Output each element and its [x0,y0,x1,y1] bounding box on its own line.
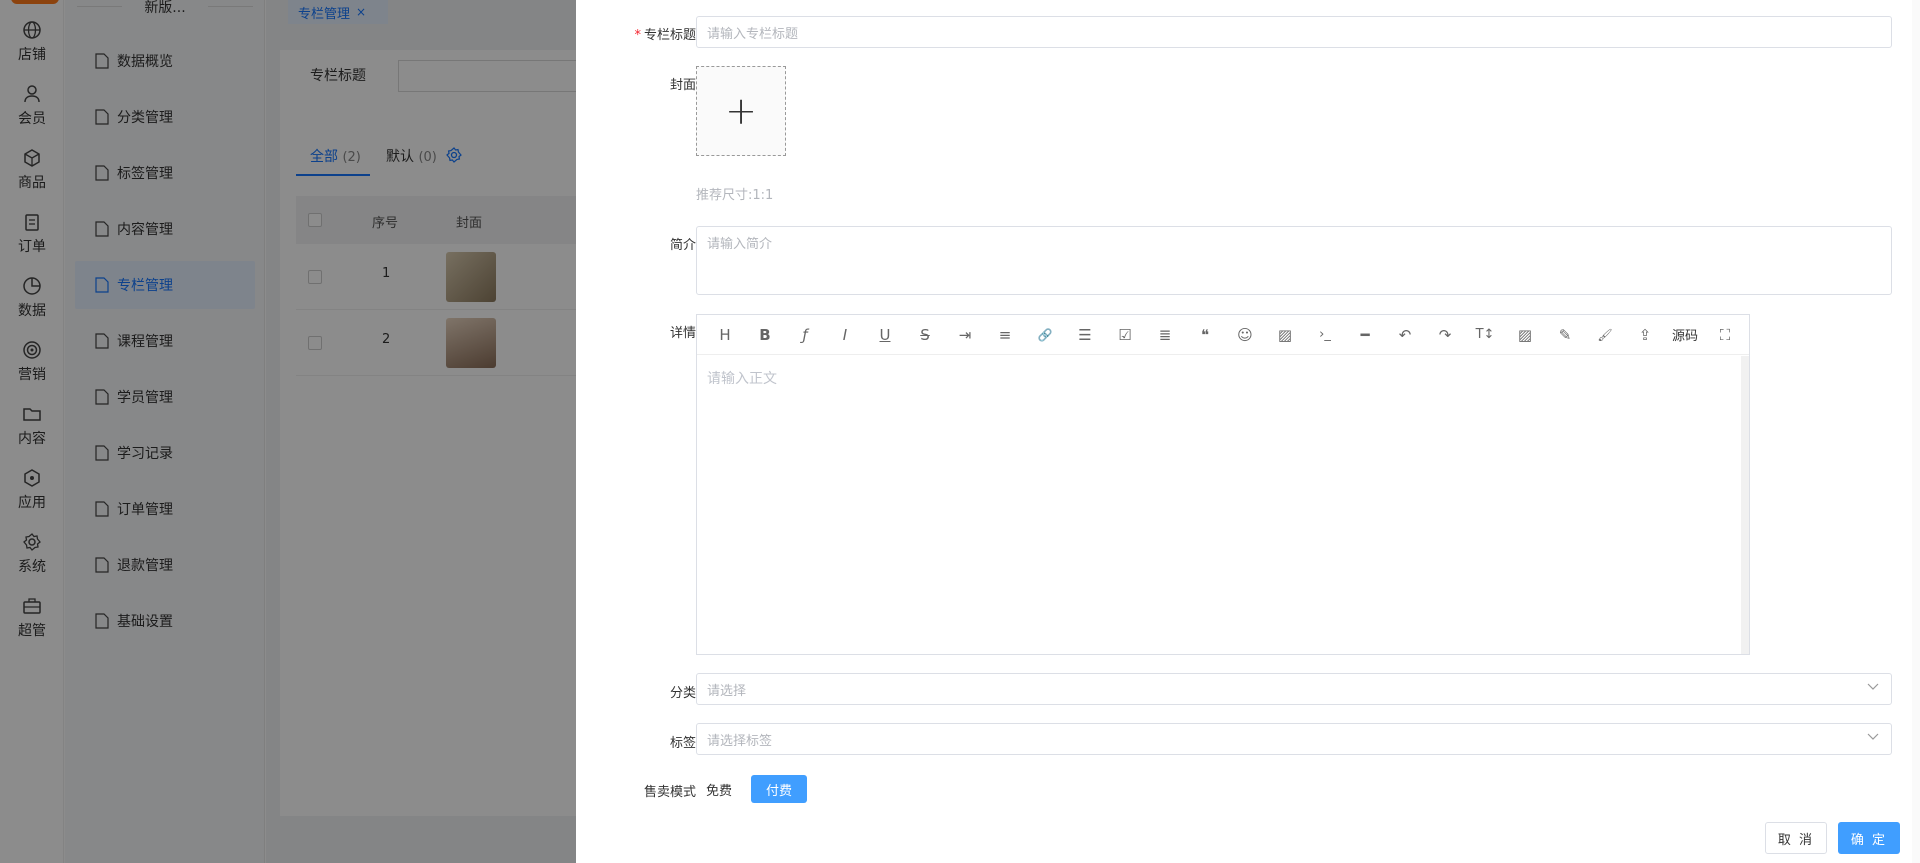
strikethrough-icon[interactable]: S [905,323,945,347]
paragraph-icon[interactable]: ≣ [1145,323,1185,347]
sale-mode-free[interactable]: 免费 [698,775,740,803]
intro-textarea[interactable]: 请输入简介 [696,226,1892,295]
heading-icon[interactable]: H [705,323,745,347]
align-icon[interactable]: ≡ [985,323,1025,347]
tag-select-value: 请选择标签 [707,733,773,749]
editor-scrollbar[interactable] [1741,356,1749,654]
code-icon[interactable]: ›_ [1305,323,1345,347]
cover-upload[interactable]: + [696,66,786,156]
font-icon[interactable]: ƒ [785,323,825,347]
image-icon[interactable]: ▨ [1265,323,1305,347]
confirm-button[interactable]: 确 定 [1838,822,1900,854]
redo-icon[interactable]: ↷ [1425,323,1465,347]
drawer-scrollbar[interactable] [1912,0,1920,863]
sale-mode-paid[interactable]: 付费 [751,775,807,803]
link-icon[interactable]: 🔗 [1025,323,1065,347]
editor-body[interactable]: 请输入正文 [697,356,1741,654]
title-input[interactable]: 请输入专栏标题 [696,16,1892,48]
intro-field-label: 简介 [669,238,696,253]
cover-hint: 推荐尺寸:1:1 [696,188,774,203]
tag-field-label: 标签 [669,736,696,751]
required-mark: * [634,28,641,43]
rich-text-editor: H B ƒ I U S ⇥ ≡ 🔗 ☰ ☑ ≣ ❝ ☺ ▨ ›_ ━ ↶ ↷ T… [696,314,1750,655]
quote-icon[interactable]: ❝ [1185,323,1225,347]
category-field-label: 分类 [669,686,696,701]
indent-icon[interactable]: ⇥ [945,323,985,347]
app-root: 店铺 会员 商品 订单 数据 营销 内容 应用 系统 超管 新版... 数据概览… [0,0,1920,863]
eraser-icon[interactable]: ✎ [1545,323,1585,347]
horizontal-rule-icon[interactable]: ━ [1345,323,1385,347]
chevron-down-icon [1867,733,1879,740]
upload-icon[interactable]: ⇪ [1625,323,1665,347]
plus-icon: + [725,89,757,133]
cover-field-label: 封面 [669,78,696,93]
bullet-list-icon[interactable]: ☰ [1065,323,1105,347]
insert-image-icon[interactable]: ▨ [1505,323,1545,347]
title-field-label: * 专栏标题 [576,24,696,43]
chevron-down-icon [1867,683,1879,690]
detail-field-label: 详情 [669,326,696,341]
category-select[interactable]: 请选择 [696,673,1892,705]
font-size-icon[interactable]: T↕ [1465,323,1505,347]
tag-select[interactable]: 请选择标签 [696,723,1892,755]
fullscreen-icon[interactable]: ⛶ [1705,323,1745,347]
source-code-button[interactable]: 源码 [1665,323,1705,347]
category-select-value: 请选择 [707,683,747,699]
undo-icon[interactable]: ↶ [1385,323,1425,347]
editor-toolbar: H B ƒ I U S ⇥ ≡ 🔗 ☰ ☑ ≣ ❝ ☺ ▨ ›_ ━ ↶ ↷ T… [697,315,1749,355]
column-edit-drawer: * 专栏标题 请输入专栏标题 封面 + 推荐尺寸:1:1 简介 请输入简介 详情 … [576,0,1920,863]
underline-icon[interactable]: U [865,323,905,347]
checkbox-icon[interactable]: ☑ [1105,323,1145,347]
brush-icon[interactable]: 🖌 [1585,323,1625,347]
cancel-button[interactable]: 取 消 [1765,822,1827,854]
label-text: 专栏标题 [643,28,696,43]
sale-mode-label: 售卖模式 [643,785,696,800]
bold-icon[interactable]: B [745,323,785,347]
italic-icon[interactable]: I [825,323,865,347]
emoji-icon[interactable]: ☺ [1225,323,1265,347]
